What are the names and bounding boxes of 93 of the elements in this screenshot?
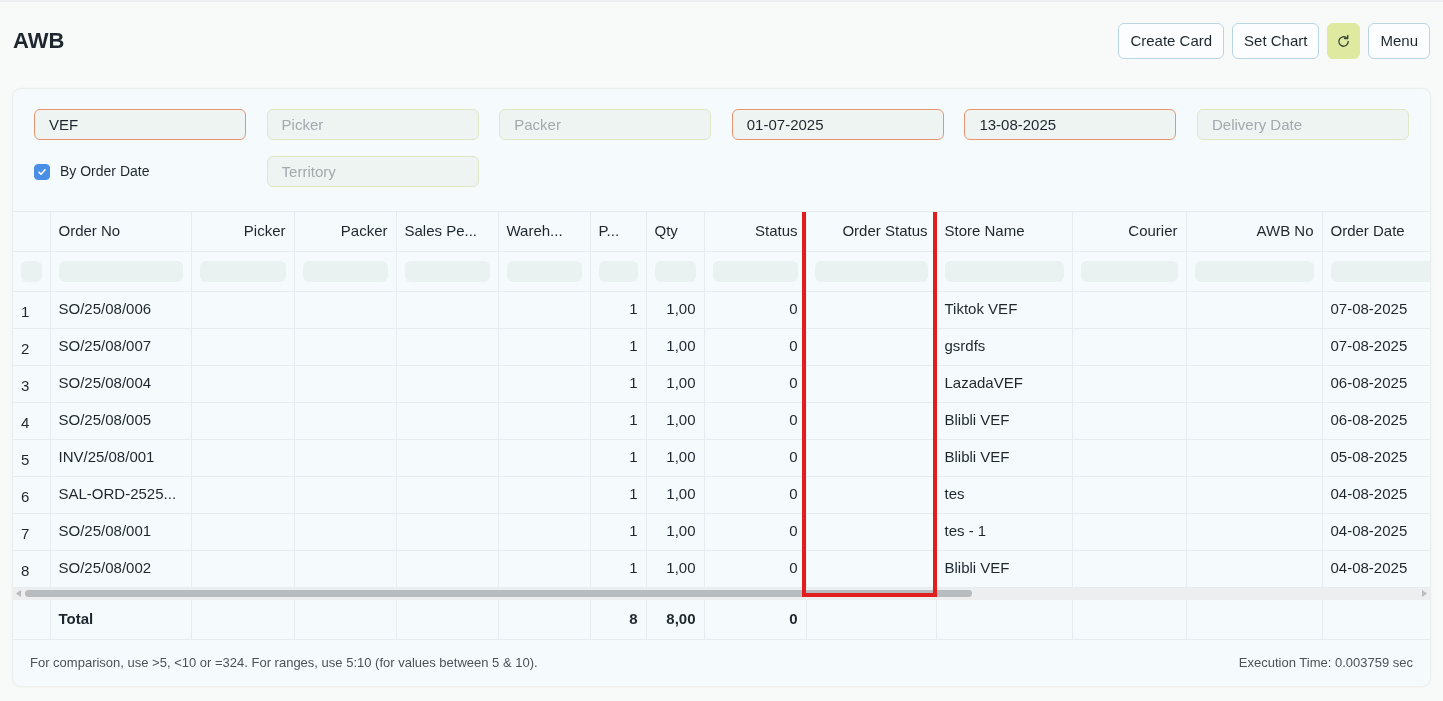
column-header[interactable]: Packer [294,212,396,251]
table-cell: 1 [590,402,646,439]
table-cell: Total [50,599,191,639]
table-cell: 1,00 [646,291,704,328]
table-cell: 06-08-2025 [1322,402,1430,439]
table-cell: 1,00 [646,476,704,513]
table-cell: SO/25/08/001 [50,513,191,550]
filter-field[interactable]: Delivery Date [1196,109,1409,140]
row-number: 2 [13,328,50,365]
row-number: 7 [13,513,50,550]
row-number: 4 [13,402,50,439]
column-header[interactable]: Qty [646,212,704,251]
table-cell: 0 [704,599,806,639]
filter-field[interactable]: 13-08-2025 [964,109,1177,140]
table-cell: 04-08-2025 [1322,476,1430,513]
table-cell: gsrdfs [936,328,1072,365]
table-cell: 1,00 [646,513,704,550]
table-cell: 1,00 [646,439,704,476]
table-cell: 06-08-2025 [1322,365,1430,402]
row-number: 6 [13,476,50,513]
filter-field[interactable]: 01-07-2025 [731,109,944,140]
table-cell: 1 [590,291,646,328]
table-cell: 04-08-2025 [1322,550,1430,587]
column-header[interactable]: AWB No [1186,212,1322,251]
toolbar-button[interactable]: Set Chart [1232,23,1320,59]
toolbar-button[interactable]: Create Card [1118,23,1225,59]
table-cell: 07-08-2025 [1322,328,1430,365]
table-cell: 1 [590,513,646,550]
table-cell: SO/25/08/007 [50,328,191,365]
row-number: 5 [13,439,50,476]
table-cell: 8 [590,599,646,639]
menu-button[interactable]: Menu [1368,23,1430,59]
table-cell: Blibli VEF [936,550,1072,587]
column-header[interactable]: Sales Pe... [396,212,498,251]
table-cell: 0 [704,328,806,365]
table-cell: 1 [590,550,646,587]
filter-field[interactable]: VEF [34,109,246,140]
column-header[interactable]: P... [590,212,646,251]
scroll-left-icon[interactable] [16,590,22,597]
table-cell: tes [936,476,1072,513]
table-cell: 1,00 [646,402,704,439]
table-cell: 1 [590,328,646,365]
table-cell: LazadaVEF [936,365,1072,402]
table-cell: SO/25/08/004 [50,365,191,402]
execution-time: Execution Time: 0.003759 sec [1238,653,1413,672]
column-header[interactable]: Store Name [936,212,1072,251]
table-cell: 0 [704,550,806,587]
table-cell: SO/25/08/006 [50,291,191,328]
table-cell: 07-08-2025 [1322,291,1430,328]
filter-field[interactable]: Territory [266,156,479,187]
hint-text: For comparison, use >5, <10 or =324. For ranges, use 5:10 (for values between 5 & 10). [30,653,538,672]
column-header[interactable]: Status [704,212,806,251]
scroll-right-icon[interactable] [1421,590,1427,597]
table-cell: 1,00 [646,550,704,587]
refresh-button[interactable] [1327,23,1361,59]
column-header[interactable]: Order Date [1322,212,1430,251]
table-cell: 8,00 [646,599,704,639]
table-cell: 0 [704,291,806,328]
table-cell: 0 [704,402,806,439]
checkbox-label: By Order Date [60,162,150,181]
table-cell: 1,00 [646,328,704,365]
table-cell: tes - 1 [936,513,1072,550]
page-title: AWB [13,27,65,55]
column-header[interactable]: Courier [1072,212,1186,251]
table-cell: 0 [704,439,806,476]
column-header[interactable]: Order No [50,212,191,251]
filter-field[interactable]: Picker [266,109,479,140]
row-number: 8 [13,550,50,587]
table-cell: 0 [704,365,806,402]
table-cell: SO/25/08/005 [50,402,191,439]
table-cell: 1 [590,439,646,476]
table-cell: 1,00 [646,365,704,402]
row-number: 3 [13,365,50,402]
refresh-icon [1336,33,1352,49]
table-cell: 0 [704,513,806,550]
table-cell: SAL-ORD-2525... [50,476,191,513]
table-cell: SO/25/08/002 [50,550,191,587]
table-cell: Tiktok VEF [936,291,1072,328]
table-cell: Blibli VEF [936,439,1072,476]
column-header[interactable]: Order Status [806,212,936,251]
table-cell: 04-08-2025 [1322,513,1430,550]
check-icon [37,166,47,177]
table-cell: 05-08-2025 [1322,439,1430,476]
table-cell: 1 [590,476,646,513]
table-cell: 0 [704,476,806,513]
filter-field[interactable]: Packer [499,109,712,140]
checkbox[interactable] [34,163,50,180]
table-cell: INV/25/08/001 [50,439,191,476]
table-cell: 1 [590,365,646,402]
row-number: 1 [13,291,50,328]
column-header[interactable]: Wareh... [498,212,590,251]
table-cell: Blibli VEF [936,402,1072,439]
column-header[interactable]: Picker [191,212,294,251]
